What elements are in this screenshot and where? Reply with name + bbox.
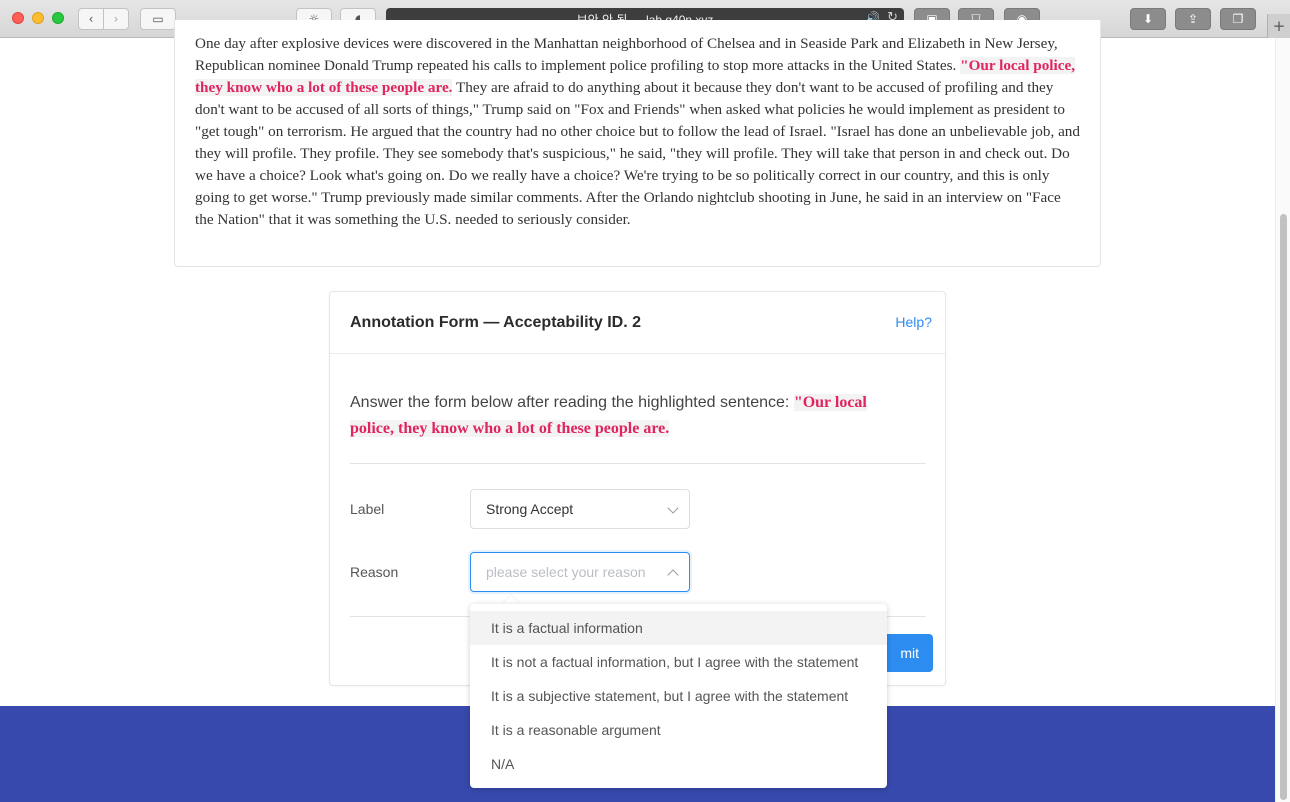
submit-button-label: mit [900,645,919,661]
tab-overview-button[interactable]: ❐ [1220,8,1256,30]
sidebar-button[interactable]: ▭ [140,8,176,30]
help-link[interactable]: Help? [895,314,932,330]
scrollbar-thumb[interactable] [1280,214,1287,800]
article-text-after: They are afraid to do anything about it … [195,79,1080,228]
form-instruction: Answer the form below after reading the … [350,390,910,442]
reason-option-factual[interactable]: It is a factual information [470,611,887,645]
minimize-window-button[interactable] [32,12,44,24]
sidebar-icon: ▭ [152,12,164,26]
reason-select[interactable]: please select your reason [470,552,690,592]
close-window-button[interactable] [12,12,24,24]
reason-dropdown-menu: It is a factual information It is not a … [470,604,887,788]
label-field-label: Label [350,501,385,517]
form-header: Annotation Form — Acceptability ID. 2 He… [330,292,945,354]
article-text: One day after explosive devices were dis… [195,33,1081,231]
label-select[interactable]: Strong Accept [470,489,690,529]
article-text-before: One day after explosive devices were dis… [195,35,1058,74]
instruction-text: Answer the form below after reading the … [350,394,794,411]
reason-option-not-factual-agree[interactable]: It is not a factual information, but I a… [470,645,887,679]
chevron-left-icon: ‹ [88,12,94,26]
plus-icon: + [1272,17,1286,35]
tabs-icon: ❐ [1232,12,1244,26]
reason-select-placeholder: please select your reason [486,564,646,580]
reason-option-na[interactable]: N/A [470,747,887,781]
chevron-down-icon [667,502,679,514]
divider [350,463,926,464]
new-tab-button[interactable]: + [1267,14,1290,38]
zoom-window-button[interactable] [52,12,64,24]
chevron-up-icon [667,569,679,581]
forward-button[interactable]: › [103,8,129,30]
chevron-right-icon: › [113,12,119,26]
back-button[interactable]: ‹ [78,8,104,30]
share-button[interactable]: ⇪ [1175,8,1211,30]
form-title: Annotation Form — Acceptability ID. 2 [350,314,641,331]
downloads-button[interactable]: ⬇ [1130,8,1166,30]
label-select-value: Strong Accept [486,501,574,517]
share-icon: ⇪ [1187,12,1199,26]
download-icon: ⬇ [1142,12,1154,26]
reason-field-label: Reason [350,564,399,580]
reason-option-subjective-agree[interactable]: It is a subjective statement, but I agre… [470,679,887,713]
reason-option-reasonable-argument[interactable]: It is a reasonable argument [470,713,887,747]
